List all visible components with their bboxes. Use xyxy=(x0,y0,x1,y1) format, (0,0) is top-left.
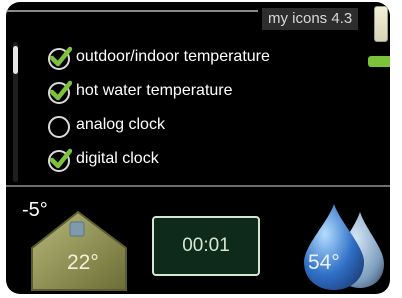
checkbox-empty-icon[interactable] xyxy=(48,114,72,138)
clock-time: 00:01 xyxy=(182,235,230,256)
status-indicator-icon xyxy=(368,56,390,67)
right-edge-fragment xyxy=(390,70,402,190)
scrollbar-thumb[interactable] xyxy=(13,46,18,74)
option-label: analog clock xyxy=(76,116,165,133)
page-title: my icons 4.3 xyxy=(262,8,359,30)
checkbox-checked-icon[interactable] xyxy=(48,80,72,104)
status-panel: -5° 22° 00:01 54° xyxy=(6,188,390,294)
option-label: digital clock xyxy=(76,150,159,167)
house-icon[interactable] xyxy=(26,208,134,292)
water-drop-icon[interactable] xyxy=(290,202,390,292)
option-label: hot water temperature xyxy=(76,82,233,99)
digital-clock-widget[interactable]: 00:01 xyxy=(152,216,260,276)
checkbox-checked-icon[interactable] xyxy=(48,148,72,172)
section-divider xyxy=(6,185,390,187)
indoor-temperature: 22° xyxy=(67,251,99,274)
device-screen: my icons 4.3 outdoor/indoor temperature … xyxy=(6,2,390,294)
battery-icon xyxy=(374,6,388,42)
checkbox-checked-icon[interactable] xyxy=(48,46,72,70)
header-divider xyxy=(6,10,258,12)
hot-water-temperature: 54° xyxy=(308,251,340,274)
option-label: outdoor/indoor temperature xyxy=(76,48,270,65)
